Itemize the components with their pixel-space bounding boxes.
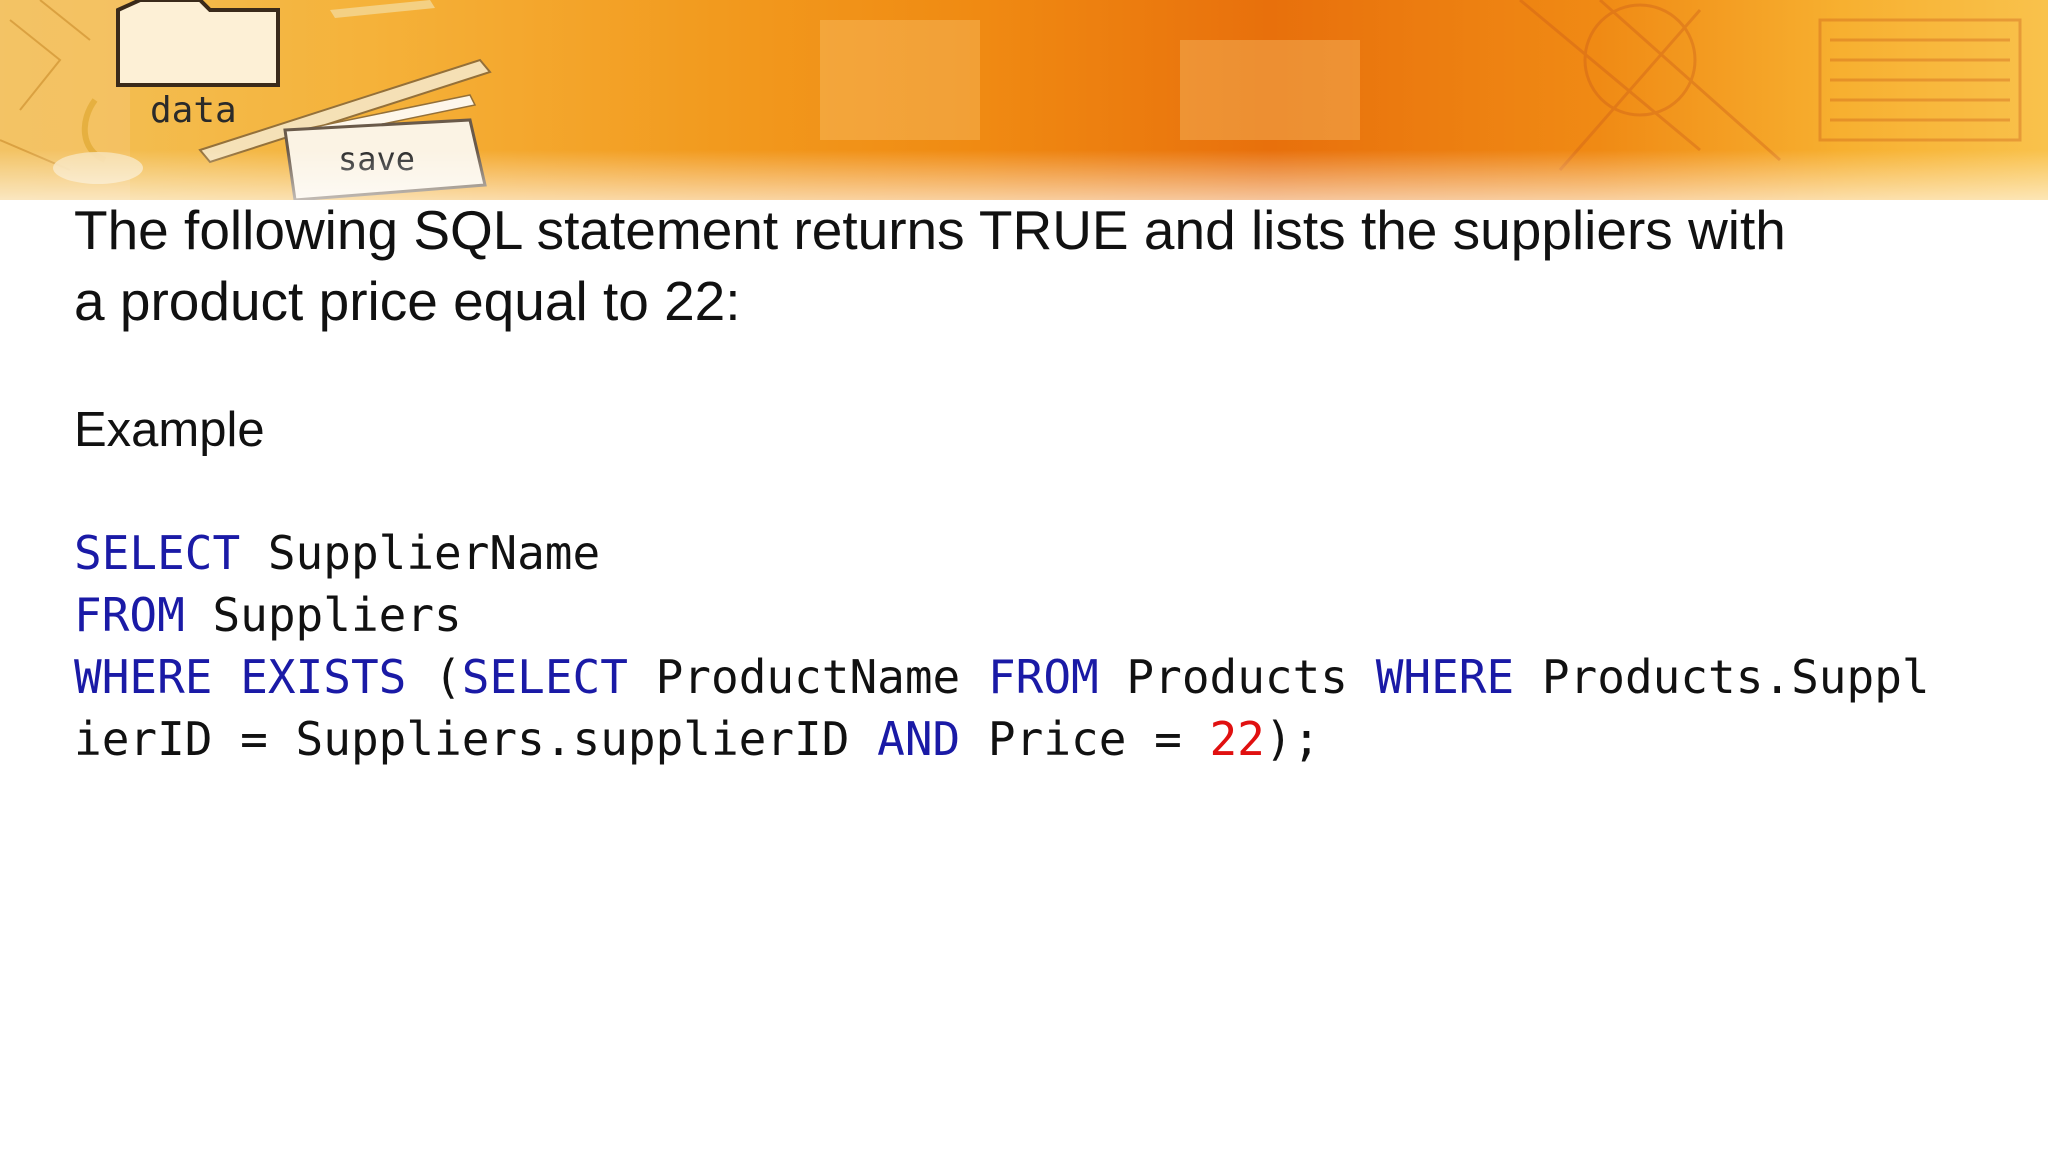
heading-line-2: a product price equal to 22: xyxy=(74,270,741,332)
sql-text: Suppliers xyxy=(184,588,462,642)
sql-keyword: AND xyxy=(877,712,961,766)
slide-heading: The following SQL statement returns TRUE… xyxy=(74,195,1974,337)
sql-keyword: EXISTS xyxy=(240,650,407,704)
sql-number: 22 xyxy=(1209,712,1265,766)
circuit-texture xyxy=(1519,0,2022,171)
sql-text: SupplierName xyxy=(240,526,601,580)
sql-text: Products.Suppl xyxy=(1514,650,1930,704)
example-label: Example xyxy=(74,403,265,457)
header-banner: data save xyxy=(0,0,2048,200)
sql-keyword: FROM xyxy=(987,650,1099,704)
code-line-1: SELECT SupplierName xyxy=(74,526,600,580)
banner-data-label: data xyxy=(150,90,237,131)
sql-keyword: WHERE xyxy=(1375,650,1515,704)
code-line-3: WHERE EXISTS (SELECT ProductName FROM Pr… xyxy=(74,650,1930,704)
sql-text: Price = xyxy=(960,712,1210,766)
sql-keyword: SELECT xyxy=(461,650,628,704)
sql-code-block: SELECT SupplierName FROM Suppliers WHERE… xyxy=(74,522,1994,770)
sql-keyword: WHERE xyxy=(74,650,213,704)
sql-text: ); xyxy=(1264,712,1321,766)
banner-fade xyxy=(0,150,2048,200)
heading-line-1: The following SQL statement returns TRUE… xyxy=(74,199,1786,261)
sql-keyword: SELECT xyxy=(74,526,241,580)
code-line-4: ierID = Suppliers.supplierID AND Price =… xyxy=(74,712,1320,766)
code-line-2: FROM Suppliers xyxy=(74,588,462,642)
sql-text: ierID = Suppliers.supplierID xyxy=(74,712,878,766)
sql-text: Products xyxy=(1098,650,1376,704)
sql-keyword: FROM xyxy=(74,588,185,642)
sql-text: ProductName xyxy=(627,650,988,704)
sql-text: ( xyxy=(406,650,462,704)
